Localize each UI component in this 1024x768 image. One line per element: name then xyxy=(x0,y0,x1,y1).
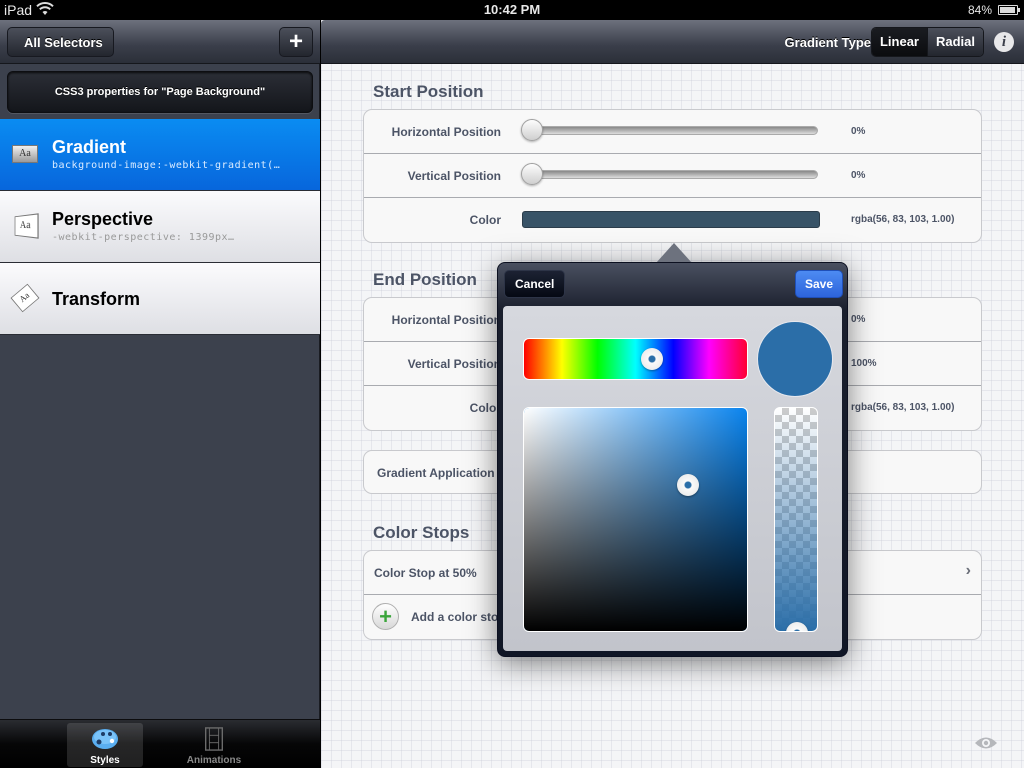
property-title: Gradient xyxy=(52,137,127,157)
properties-panel: All Selectors + CSS3 properties for "Pag… xyxy=(0,20,320,768)
hue-slider[interactable] xyxy=(523,338,748,380)
add-color-stop-label: Add a color stop xyxy=(411,610,506,624)
row-label: Color xyxy=(469,401,501,415)
start-color-swatch[interactable] xyxy=(522,211,820,228)
battery-percent: 84% xyxy=(967,3,992,17)
row-value: 0% xyxy=(851,126,866,137)
gradient-icon: Aa xyxy=(12,145,38,163)
tab-label: Animations xyxy=(186,755,242,766)
row-value: 0% xyxy=(851,314,866,325)
back-button-label: All Selectors xyxy=(24,35,103,50)
hue-slider-knob[interactable] xyxy=(641,348,664,370)
popover-arrow xyxy=(656,243,692,263)
row-label: Gradient Application xyxy=(377,466,495,480)
chevron-right-icon: › xyxy=(965,562,971,579)
row-value: 100% xyxy=(851,358,877,369)
saturation-brightness-knob[interactable] xyxy=(677,473,700,496)
color-preview xyxy=(757,321,833,397)
perspective-icon: Aa xyxy=(14,213,39,239)
alpha-gradient xyxy=(775,408,817,631)
tab-styles[interactable]: Styles xyxy=(67,723,143,767)
gradient-type-label: Gradient Type xyxy=(784,35,871,50)
row-value: rgba(56, 83, 103, 1.00) xyxy=(851,402,955,413)
cancel-button[interactable]: Cancel xyxy=(504,270,566,298)
all-selectors-back-button[interactable]: All Selectors xyxy=(7,27,114,57)
property-item-transform[interactable]: Aa Transform xyxy=(0,263,320,335)
row-label: Color xyxy=(469,213,501,227)
transform-icon: Aa xyxy=(10,283,40,313)
plus-icon: + xyxy=(288,28,303,55)
property-item-perspective[interactable]: Aa Perspective -webkit-perspective: 1399… xyxy=(0,191,320,263)
alpha-slider[interactable] xyxy=(774,407,818,632)
info-icon[interactable]: i xyxy=(994,32,1014,52)
row-label: Vertical Position xyxy=(407,357,501,371)
start-position-title: Start Position xyxy=(373,82,484,101)
battery-icon xyxy=(998,5,1020,15)
property-subtitle: -webkit-perspective: 1399px… xyxy=(52,232,235,243)
tab-animations[interactable]: Animations xyxy=(176,723,252,767)
color-stops-title: Color Stops xyxy=(373,523,470,542)
film-icon xyxy=(205,727,223,751)
slider-knob[interactable] xyxy=(521,119,543,141)
start-horizontal-row: Horizontal Position 0% xyxy=(364,110,981,154)
slider-knob[interactable] xyxy=(521,163,543,185)
status-bar: iPad 10:42 PM 84% xyxy=(0,0,1024,20)
add-icon[interactable]: + xyxy=(372,603,399,630)
start-position-group: Horizontal Position 0% Vertical Position… xyxy=(363,109,982,243)
start-vertical-row: Vertical Position 0% xyxy=(364,154,981,198)
row-label: Vertical Position xyxy=(407,169,501,183)
left-navigation-bar: All Selectors + xyxy=(0,20,320,64)
property-subtitle: background-image:-webkit-gradient(… xyxy=(52,160,281,171)
start-color-row: Color rgba(56, 83, 103, 1.00) xyxy=(364,198,981,242)
right-navigation-bar: Gradient Type Linear Radial i xyxy=(321,20,1024,64)
end-position-title: End Position xyxy=(373,270,477,289)
tab-bar: Styles Animations xyxy=(0,719,320,768)
eye-icon[interactable] xyxy=(974,736,998,750)
color-picker-body xyxy=(503,306,842,651)
color-stop-label: Color Stop at 50% xyxy=(374,566,477,580)
property-title: Transform xyxy=(52,289,141,309)
clock: 10:42 PM xyxy=(483,2,541,17)
start-vertical-slider[interactable] xyxy=(521,163,818,185)
segment-radial[interactable]: Radial xyxy=(926,28,983,56)
saturation-brightness-picker[interactable] xyxy=(523,407,748,632)
palette-icon xyxy=(92,729,118,749)
row-value: rgba(56, 83, 103, 1.00) xyxy=(851,214,955,225)
row-label: Horizontal Position xyxy=(391,125,501,139)
property-item-gradient[interactable]: Aa Gradient background-image:-webkit-gra… xyxy=(0,119,320,191)
property-list: Aa Gradient background-image:-webkit-gra… xyxy=(0,119,320,335)
segment-linear[interactable]: Linear xyxy=(871,28,927,56)
row-label: Horizontal Position xyxy=(391,313,501,327)
save-button[interactable]: Save xyxy=(794,270,843,298)
add-property-button[interactable]: + xyxy=(279,27,313,57)
gradient-type-segmented-control: Linear Radial xyxy=(870,27,984,57)
row-value: 0% xyxy=(851,170,866,181)
tab-label: Styles xyxy=(90,755,120,766)
brightness-overlay xyxy=(524,408,747,631)
start-horizontal-slider[interactable] xyxy=(521,119,818,141)
color-picker-popover: Cancel Save xyxy=(497,262,848,657)
property-title: Perspective xyxy=(52,209,154,229)
css3-properties-header: CSS3 properties for "Page Background" xyxy=(7,71,313,113)
